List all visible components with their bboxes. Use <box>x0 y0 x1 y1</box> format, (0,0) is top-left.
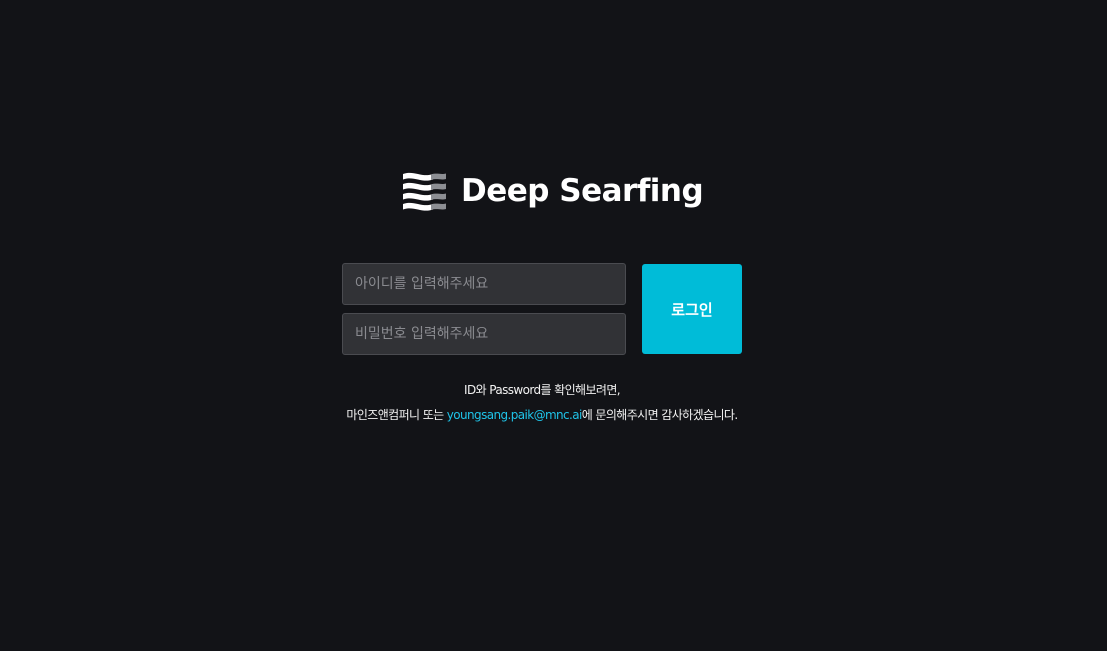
help-line-2: 마인즈앤컴퍼니 또는 youngsang.paik@mnc.ai에 문의해주시면… <box>0 403 1084 428</box>
login-button[interactable]: 로그인 <box>642 264 742 354</box>
help-line-1: ID와 Password를 확인해보려면, <box>464 383 621 397</box>
contact-email-link[interactable]: youngsang.paik@mnc.ai <box>447 408 583 422</box>
id-input[interactable] <box>342 263 626 305</box>
help-line-2-prefix: 마인즈앤컴퍼니 또는 <box>346 408 447 422</box>
help-line-2-suffix: 에 문의해주시면 감사하겠습니다. <box>581 408 738 422</box>
brand-logo: Deep Searfing <box>403 168 704 214</box>
help-text: ID와 Password를 확인해보려면, 마인즈앤컴퍼니 또는 youngsa… <box>0 378 1084 428</box>
password-input[interactable] <box>342 313 626 355</box>
login-page: Deep Searfing 로그인 ID와 Password를 확인해보려면, … <box>0 0 1107 651</box>
brand-name: Deep Searfing <box>461 173 704 209</box>
layered-waves-logo-icon <box>403 172 446 211</box>
